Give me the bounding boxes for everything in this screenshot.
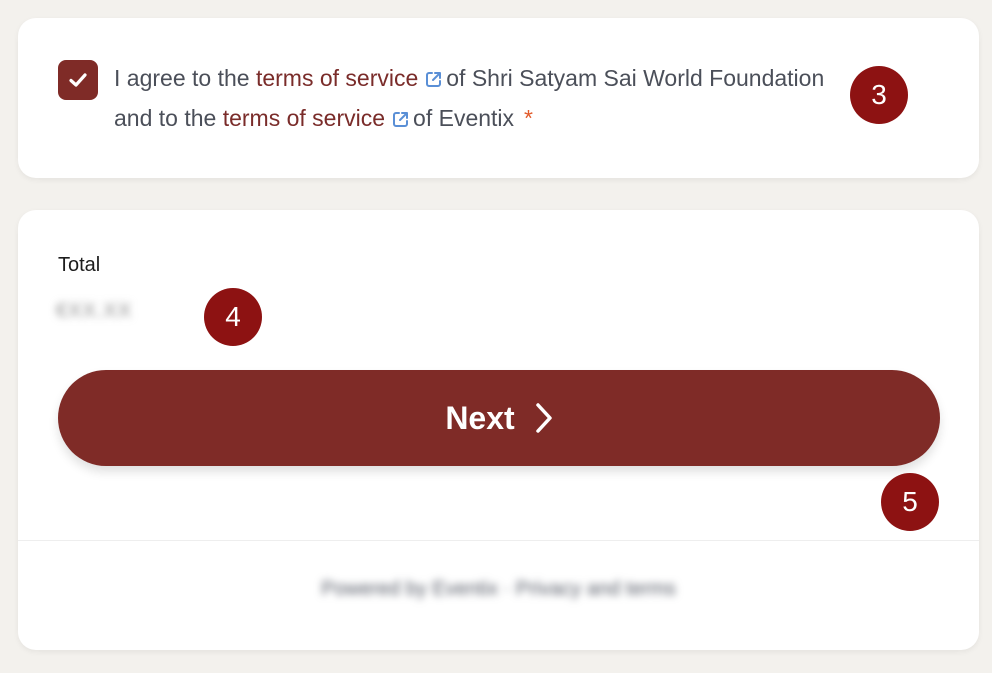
- chevron-right-icon: [535, 403, 552, 433]
- total-label: Total: [58, 254, 101, 276]
- footer-text: Powered by Eventix · Privacy and terms: [321, 578, 676, 600]
- agreement-card: I agree to the terms of service of Shri …: [18, 18, 979, 178]
- agreement-text-part3: of Eventix: [413, 105, 515, 131]
- terms-link-foundation[interactable]: terms of service: [256, 65, 418, 91]
- agreement-text-part1: I agree to the: [114, 65, 256, 91]
- order-summary-card: Total €XX.XX 4 Next 5 Powered by Eventix…: [18, 210, 979, 650]
- terms-checkbox[interactable]: [58, 60, 98, 100]
- required-marker: *: [524, 105, 533, 131]
- next-button-label: Next: [445, 399, 515, 436]
- next-button[interactable]: Next: [58, 370, 940, 466]
- annotation-badge-5: 5: [881, 473, 939, 531]
- external-link-icon[interactable]: [424, 69, 444, 89]
- terms-link-eventix[interactable]: terms of service: [223, 105, 385, 131]
- total-amount: €XX.XX: [56, 300, 133, 322]
- external-link-icon[interactable]: [391, 109, 411, 129]
- agreement-text: I agree to the terms of service of Shri …: [114, 58, 834, 138]
- annotation-badge-4: 4: [204, 288, 262, 346]
- annotation-badge-3: 3: [850, 66, 908, 124]
- footer-divider: [18, 540, 979, 541]
- checkmark-icon: [69, 73, 87, 87]
